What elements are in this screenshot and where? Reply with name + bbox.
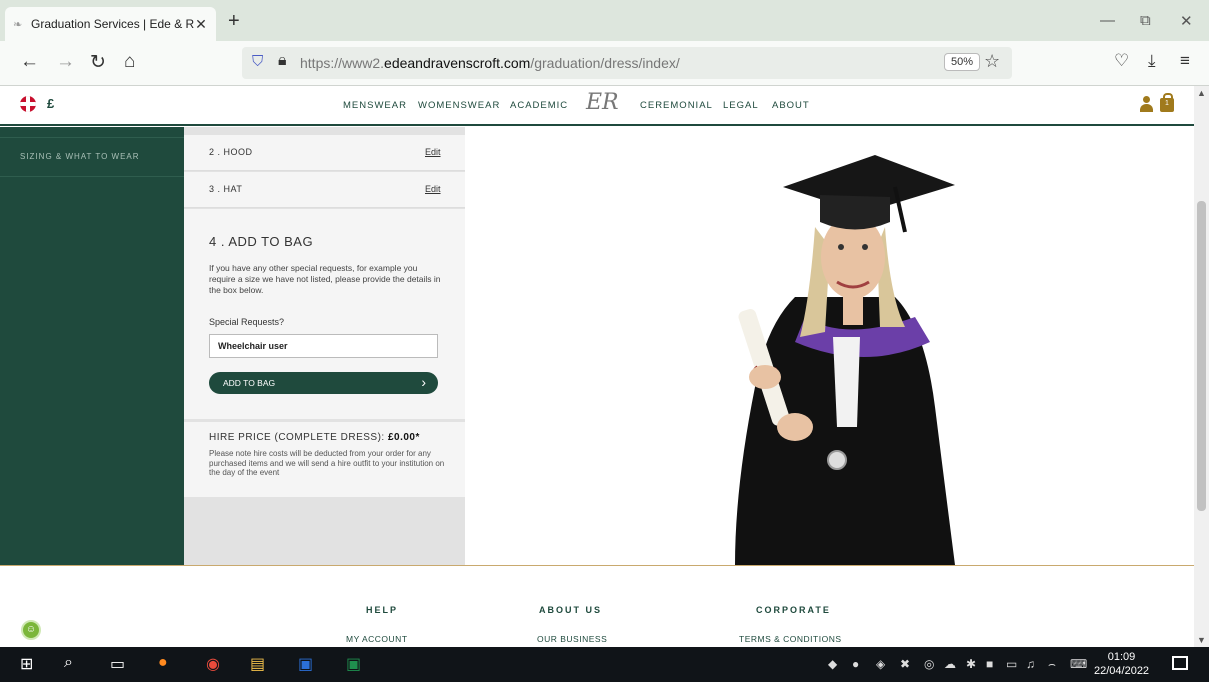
close-tab-icon[interactable]: ✕	[194, 16, 208, 33]
footer-link-my-account[interactable]: MY ACCOUNT	[346, 634, 408, 644]
zoom-level-badge[interactable]: 50%	[944, 53, 981, 71]
nav-womenswear[interactable]: WOMENSWEAR	[418, 100, 500, 111]
chrome-icon[interactable]: ◉	[206, 654, 220, 674]
excel-icon[interactable]: ▣	[346, 654, 361, 674]
uk-flag-icon[interactable]	[20, 96, 36, 112]
site-favicon-icon: ❧	[13, 18, 23, 31]
firefox-icon[interactable]: ●	[158, 654, 168, 672]
nav-menswear[interactable]: MENSWEAR	[343, 100, 407, 111]
address-bar[interactable]: ⛉ 🔒︎ https://www2.edeandravenscroft.com/…	[242, 47, 1012, 79]
left-sidebar: SIZING & WHAT TO WEAR	[0, 127, 184, 565]
keyboard-icon[interactable]: ⌨	[1070, 657, 1087, 671]
special-requests-label: Special Requests?	[209, 317, 285, 327]
windows-start-icon[interactable]: ⊞	[20, 654, 33, 674]
hamburger-menu-icon[interactable]: ≡	[1180, 51, 1190, 71]
word-icon[interactable]: ▣	[298, 654, 313, 674]
add-to-bag-section: 4 . ADD TO BAG If you have any other spe…	[184, 209, 465, 419]
lock-icon[interactable]: 🔒︎	[278, 52, 287, 70]
nav-about[interactable]: ABOUT	[772, 100, 810, 111]
shield-icon[interactable]: ⛉	[252, 53, 263, 70]
scroll-up-icon[interactable]: ▲	[1197, 88, 1206, 98]
back-icon[interactable]: ←	[20, 51, 39, 73]
close-window-icon[interactable]: ✕	[1180, 12, 1193, 30]
order-steps-panel: 2 . HOOD Edit 3 . HAT Edit 4 . ADD TO BA…	[184, 127, 465, 565]
step-hat[interactable]: 3 . HAT Edit	[184, 172, 465, 208]
scroll-down-icon[interactable]: ▼	[1197, 635, 1206, 645]
hire-price-note: Please note hire costs will be deducted …	[209, 449, 445, 477]
file-explorer-icon[interactable]: ▤	[250, 654, 265, 674]
footer-heading-about-us: ABOUT US	[539, 605, 602, 615]
step-label: 2 . HOOD	[209, 147, 253, 157]
windows-taskbar: ⊞ ⌕ ▭ ● ◉ ▤ ▣ ▣ ◆ ● ◈ ✖ ◎ ☁ ✱ ■ ▭ ♫ ⌢ ⌨ …	[0, 647, 1209, 682]
search-icon[interactable]: ⌕	[64, 654, 73, 672]
scrollbar-thumb[interactable]	[1197, 201, 1206, 511]
nav-ceremonial[interactable]: CEREMONIAL	[640, 100, 713, 111]
clock-time: 01:09	[1107, 651, 1136, 663]
restore-icon[interactable]: ⧉	[1140, 12, 1151, 29]
hire-price-section: HIRE PRICE (COMPLETE DRESS): £0.00* Plea…	[184, 422, 465, 497]
minimize-icon[interactable]: —	[1100, 12, 1115, 29]
special-requests-description: If you have any other special requests, …	[209, 263, 441, 295]
tray-app-icon[interactable]: ◈	[876, 657, 885, 671]
chat-widget-icon[interactable]: ☺	[21, 620, 41, 640]
add-to-bag-label: ADD TO BAG	[223, 378, 276, 388]
url-text[interactable]: https://www2.edeandravenscroft.com/gradu…	[300, 55, 680, 71]
hire-price-title: HIRE PRICE (COMPLETE DRESS): £0.00*	[209, 432, 420, 443]
divider	[0, 137, 184, 138]
bluetooth-icon[interactable]: ✱	[966, 657, 976, 671]
download-icon[interactable]: ⤓	[1148, 51, 1156, 71]
nav-legal[interactable]: LEGAL	[723, 100, 759, 111]
task-view-icon[interactable]: ▭	[110, 654, 125, 674]
footer-link-terms[interactable]: TERMS & CONDITIONS	[739, 634, 842, 644]
tray-app-icon[interactable]: ◎	[924, 657, 934, 671]
page-scrollbar[interactable]: ▲ ▼	[1194, 86, 1209, 647]
wifi-icon[interactable]: ⌢	[1048, 657, 1056, 672]
site-footer: HELP MY ACCOUNT ABOUT US OUR BUSINESS CO…	[0, 566, 1194, 647]
nav-academic[interactable]: ACADEMIC	[510, 100, 568, 111]
pocket-icon[interactable]: ♡	[1114, 51, 1129, 71]
tray-app-icon[interactable]: ✖	[900, 657, 910, 671]
browser-navbar: ← → ↻ ⌂ ⛉ 🔒︎ https://www2.edeandravenscr…	[0, 41, 1209, 86]
step-hood[interactable]: 2 . HOOD Edit	[184, 135, 465, 171]
tray-app-icon[interactable]: ●	[852, 657, 859, 671]
sidebar-item-sizing[interactable]: SIZING & WHAT TO WEAR	[20, 152, 140, 161]
graduate-photo	[465, 127, 1194, 565]
site-logo[interactable]: ER	[586, 90, 619, 115]
site-header: £ MENSWEAR WOMENSWEAR ACADEMIC ER CEREMO…	[0, 86, 1209, 126]
footer-link-our-business[interactable]: OUR BUSINESS	[537, 634, 607, 644]
new-tab-icon[interactable]: +	[228, 10, 240, 33]
volume-icon[interactable]: ♫	[1026, 657, 1035, 671]
onedrive-icon[interactable]: ☁	[944, 657, 956, 671]
account-icon[interactable]	[1140, 96, 1153, 113]
graduate-illustration	[735, 155, 955, 565]
tray-app-icon[interactable]: ◆	[828, 657, 837, 671]
special-requests-input[interactable]	[209, 334, 438, 358]
chevron-right-icon: ›	[421, 374, 426, 390]
tray-app-icon[interactable]: ■	[986, 657, 993, 671]
forward-icon[interactable]: →	[56, 51, 75, 73]
bag-count: 1	[1165, 100, 1169, 107]
footer-heading-corporate: CORPORATE	[756, 605, 831, 615]
tray-app-icon[interactable]: ▭	[1006, 657, 1017, 671]
shopping-bag-icon[interactable]: 1	[1160, 93, 1174, 112]
add-to-bag-button[interactable]: ADD TO BAG ›	[209, 372, 438, 394]
edit-hood-link[interactable]: Edit	[425, 147, 441, 157]
hire-price-amount: £0.00*	[387, 432, 420, 443]
currency-selector[interactable]: £	[47, 96, 54, 111]
tab-title: Graduation Services | Ede & Rav	[31, 17, 194, 31]
divider	[0, 176, 184, 177]
reload-icon[interactable]: ↻	[90, 51, 106, 74]
browser-tab[interactable]: ❧ Graduation Services | Ede & Rav ✕	[5, 7, 216, 41]
edit-hat-link[interactable]: Edit	[425, 184, 441, 194]
step-label: 3 . HAT	[209, 184, 243, 194]
clock-date: 22/04/2022	[1094, 665, 1150, 677]
add-to-bag-heading: 4 . ADD TO BAG	[209, 234, 314, 249]
notification-center-icon[interactable]	[1172, 656, 1188, 670]
taskbar-clock[interactable]: 01:09 22/04/2022	[1094, 650, 1149, 678]
bookmark-star-icon[interactable]: ☆	[984, 51, 1000, 72]
home-icon[interactable]: ⌂	[124, 51, 135, 73]
footer-heading-help: HELP	[366, 605, 399, 615]
browser-tab-bar: ❧ Graduation Services | Ede & Rav ✕ + — …	[0, 0, 1209, 41]
